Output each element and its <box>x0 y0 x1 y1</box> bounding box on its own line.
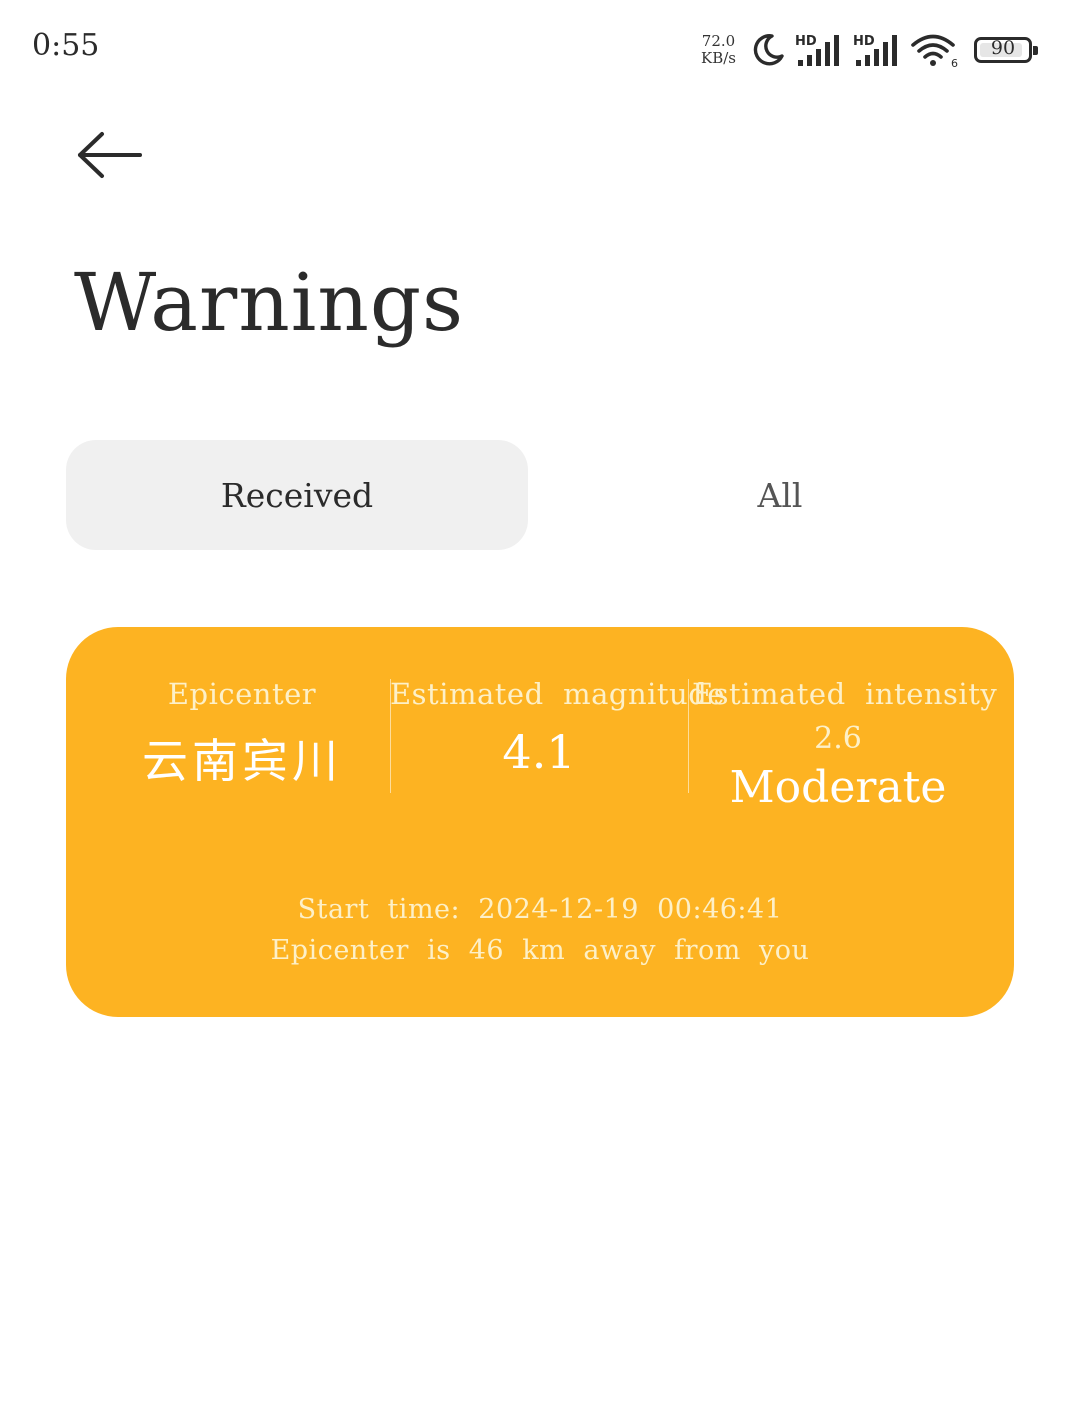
intensity-level: Moderate <box>729 762 947 813</box>
page-title: Warnings <box>74 256 465 349</box>
intensity-label: Estimated intensity <box>692 677 998 711</box>
magnitude-value: 4.1 <box>502 725 576 779</box>
magnitude-section: Estimated magnitude 4.1 <box>390 677 725 779</box>
signal-icon: HD <box>795 34 839 66</box>
epicenter-section: Epicenter 云南宾川 <box>108 677 376 791</box>
signal-icon: HD <box>853 34 897 66</box>
signal-hd-label: HD <box>853 34 875 49</box>
epicenter-value: 云南宾川 <box>142 734 342 788</box>
card-footer: Start time: 2024-12-19 00:46:41 Epicente… <box>66 889 1014 971</box>
intensity-value: 2.6 <box>814 721 862 756</box>
status-icons: 72.0 KB/s HD HD 6 90 <box>701 28 1038 72</box>
card-divider <box>688 679 689 793</box>
wifi-icon: 6 <box>911 34 958 68</box>
moon-icon <box>753 34 784 66</box>
battery-icon: 90 <box>974 37 1038 63</box>
intensity-section: Estimated intensity 2.6 Moderate <box>692 677 998 813</box>
signal-hd-label: HD <box>795 34 817 49</box>
network-speed-unit: KB/s <box>701 49 736 67</box>
warning-card[interactable]: Epicenter 云南宾川 Estimated magnitude 4.1 E… <box>66 627 1014 1017</box>
magnitude-label: Estimated magnitude <box>390 677 725 711</box>
wifi-badge: 6 <box>951 57 958 68</box>
arrow-left-icon <box>78 132 142 178</box>
status-bar: 0:55 72.0 KB/s HD HD 6 90 <box>0 0 1080 96</box>
network-speed: 72.0 KB/s <box>701 33 736 67</box>
tab-all-label: All <box>757 475 803 515</box>
start-time: Start time: 2024-12-19 00:46:41 <box>297 894 783 925</box>
network-speed-value: 72.0 <box>701 32 736 50</box>
battery-level: 90 <box>990 37 1016 59</box>
warnings-screen: 0:55 72.0 KB/s HD HD 6 90 Warnings Recei… <box>0 0 1080 1413</box>
tab-received[interactable]: Received <box>66 440 528 550</box>
back-button[interactable] <box>72 124 152 186</box>
tab-all[interactable]: All <box>546 440 1014 550</box>
epicenter-distance: Epicenter is 46 km away from you <box>270 935 810 966</box>
warning-tabs: Received All <box>66 440 1014 550</box>
epicenter-label: Epicenter <box>167 677 317 711</box>
tab-received-label: Received <box>220 475 374 515</box>
status-time: 0:55 <box>32 28 100 63</box>
